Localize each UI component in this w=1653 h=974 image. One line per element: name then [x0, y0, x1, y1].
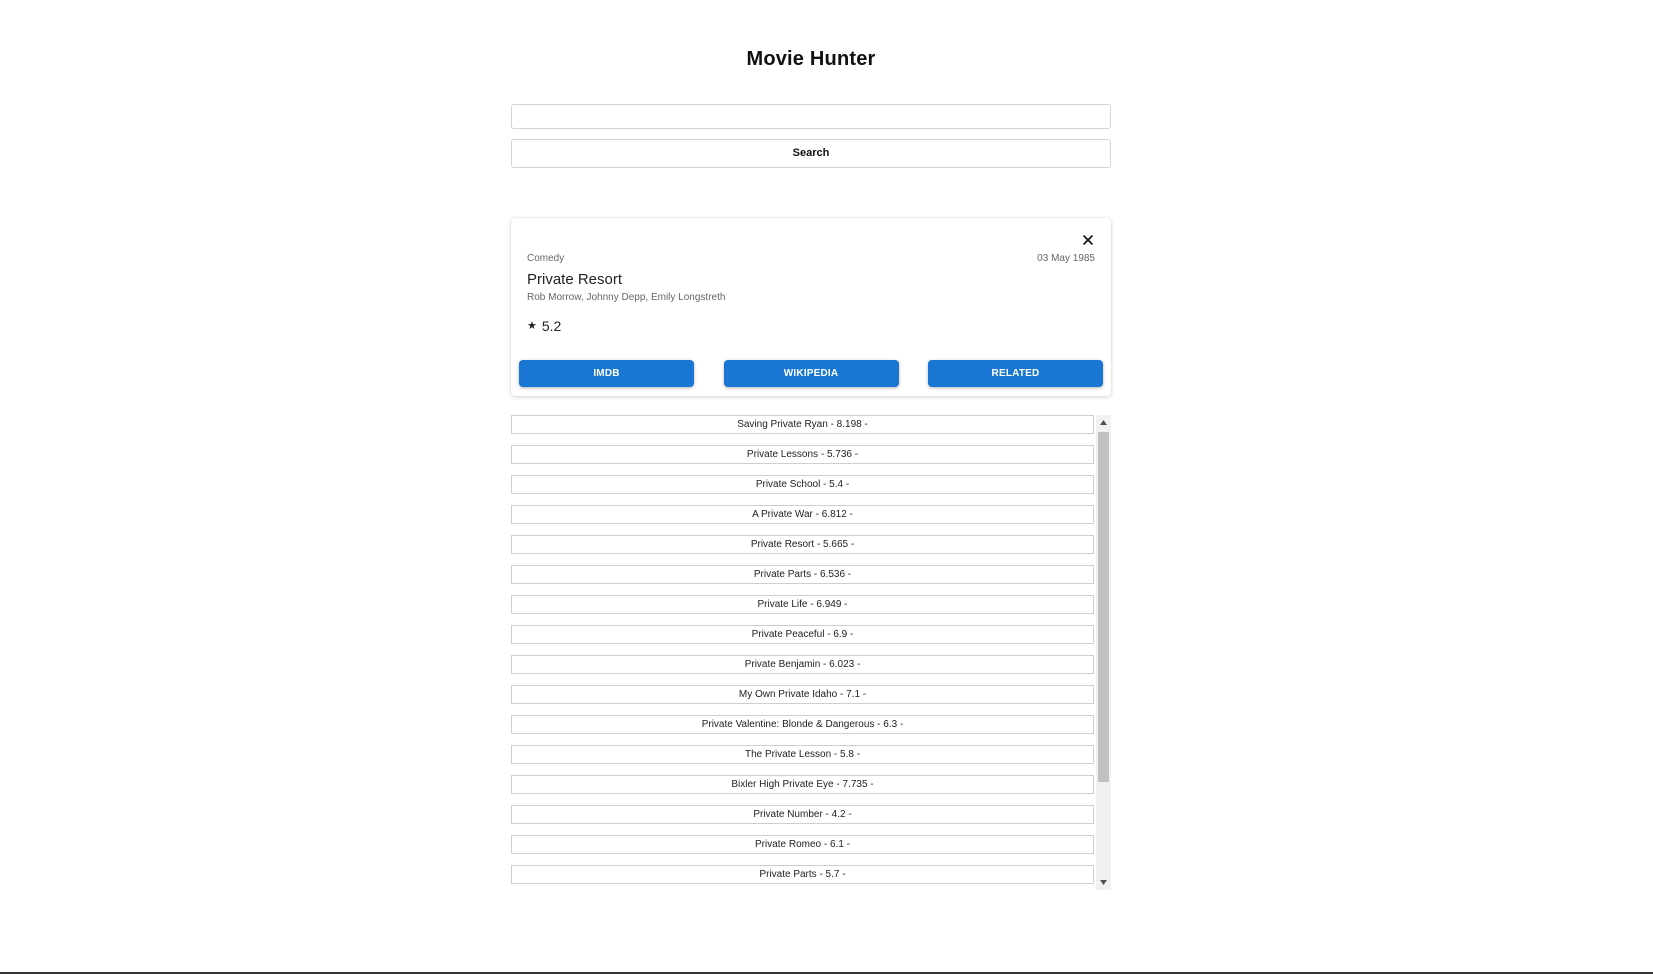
result-item[interactable]: Private Benjamin - 6.023 - [511, 655, 1094, 674]
release-date: 03 May 1985 [1037, 253, 1095, 264]
result-item[interactable]: Private School - 5.4 - [511, 475, 1094, 494]
movie-rating: ★ 5.2 [527, 318, 561, 334]
result-item[interactable]: Private Lessons - 5.736 - [511, 445, 1094, 464]
scrollbar-thumb[interactable] [1098, 432, 1109, 782]
page: Movie Hunter Search Comedy 03 May 1985 P… [0, 0, 1653, 974]
app-title: Movie Hunter [746, 48, 876, 70]
scrollbar[interactable] [1096, 415, 1111, 890]
related-button[interactable]: RELATED [928, 360, 1103, 387]
rating-value: 5.2 [541, 318, 562, 334]
result-item[interactable]: My Own Private Idaho - 7.1 - [511, 685, 1094, 704]
scroll-up-arrow-icon[interactable] [1096, 415, 1111, 430]
result-item[interactable]: A Private War - 6.812 - [511, 505, 1094, 524]
result-item[interactable]: Private Number - 4.2 - [511, 805, 1094, 824]
result-item[interactable]: Private Life - 6.949 - [511, 595, 1094, 614]
movie-cast: Rob Morrow, Johnny Depp, Emily Longstret… [527, 292, 726, 303]
wikipedia-button[interactable]: WIKIPEDIA [723, 360, 899, 387]
search-button[interactable]: Search [511, 139, 1111, 168]
star-icon: ★ [527, 319, 537, 332]
result-item[interactable]: Private Valentine: Blonde & Dangerous - … [511, 715, 1094, 734]
result-item[interactable]: Private Romeo - 6.1 - [511, 835, 1094, 854]
result-item[interactable]: Bixler High Private Eye - 7.735 - [511, 775, 1094, 794]
result-item[interactable]: Private Parts - 6.536 - [511, 565, 1094, 584]
result-item[interactable]: Private Peaceful - 6.9 - [511, 625, 1094, 644]
close-icon[interactable] [1080, 232, 1096, 248]
card-actions: IMDB WIKIPEDIA RELATED [519, 360, 1103, 387]
movie-card: Comedy 03 May 1985 Private Resort Rob Mo… [511, 218, 1111, 396]
scroll-down-arrow-icon[interactable] [1096, 875, 1111, 890]
result-item[interactable]: Saving Private Ryan - 8.198 - [511, 415, 1094, 434]
search-input[interactable] [511, 104, 1111, 129]
result-item[interactable]: The Private Lesson - 5.8 - [511, 745, 1094, 764]
results-list[interactable]: Saving Private Ryan - 8.198 - Private Les… [511, 415, 1111, 890]
result-item[interactable]: Private Resort - 5.665 - [511, 535, 1094, 554]
movie-genre: Comedy [527, 253, 565, 264]
imdb-button[interactable]: IMDB [519, 360, 694, 387]
movie-title: Private Resort [527, 271, 623, 288]
result-item[interactable]: Private Parts - 5.7 - [511, 865, 1094, 884]
